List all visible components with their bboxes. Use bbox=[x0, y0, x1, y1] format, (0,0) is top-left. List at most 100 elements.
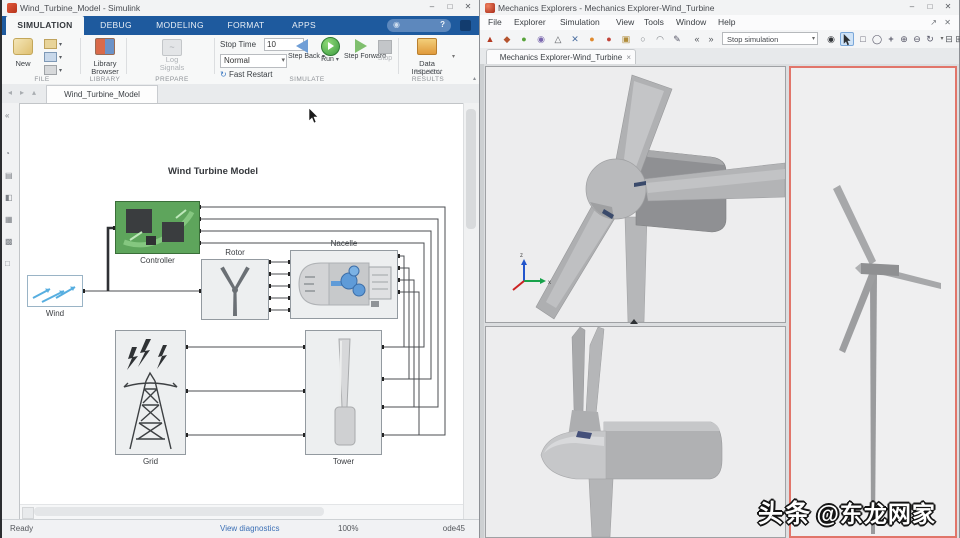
undock-icon[interactable]: ↗ bbox=[930, 18, 937, 27]
area-tool-icon[interactable]: ◧ bbox=[5, 193, 13, 202]
splitter-handle[interactable] bbox=[630, 319, 638, 324]
split-vertical-icon[interactable]: ⊞ bbox=[952, 32, 960, 46]
collapse-ribbon-icon[interactable]: ▴ bbox=[473, 75, 476, 82]
lasso-tool-icon[interactable]: ◯ bbox=[870, 32, 884, 46]
block-nacelle[interactable] bbox=[290, 250, 398, 319]
ribbon-tabbar: SIMULATION DEBUG MODELING FORMAT APPS ◉ … bbox=[2, 16, 479, 35]
menu-window[interactable]: Window bbox=[676, 17, 706, 27]
block-grid[interactable] bbox=[115, 330, 186, 455]
step-forward-button[interactable]: Step Forward bbox=[344, 37, 378, 61]
playback-mode-select[interactable]: Stop simulation ▾ bbox=[722, 32, 818, 45]
pan-tool-icon[interactable]: + bbox=[884, 32, 898, 46]
minimize-ribbon-icon[interactable] bbox=[460, 20, 471, 31]
menu-view[interactable]: View bbox=[616, 17, 634, 27]
triad-toggle-icon[interactable]: △ bbox=[551, 32, 565, 46]
view-pane-nacelle-closeup[interactable]: x z bbox=[485, 66, 786, 323]
marker-a-icon[interactable]: ● bbox=[585, 32, 599, 46]
save-button[interactable]: ▾ bbox=[44, 52, 62, 63]
run-button[interactable]: Run ▾ bbox=[318, 37, 342, 64]
chevron-down-icon[interactable]: ▾ bbox=[452, 53, 455, 60]
step-back-icon bbox=[294, 39, 310, 53]
nav-forward-icon[interactable]: ▸ bbox=[20, 88, 24, 97]
quick-access-toolbar[interactable]: ◉ ? bbox=[387, 19, 451, 32]
block-tower[interactable] bbox=[305, 330, 382, 455]
data-inspector-button[interactable]: Data Inspector bbox=[406, 37, 448, 73]
curve-icon[interactable]: ◠ bbox=[653, 32, 667, 46]
pointer-tool-icon[interactable] bbox=[840, 32, 854, 46]
zoom-out-tool-icon[interactable]: ⊖ bbox=[910, 32, 924, 46]
block-controller[interactable] bbox=[115, 201, 200, 254]
menu-simulation[interactable]: Simulation bbox=[560, 17, 600, 27]
model-canvas[interactable]: Wind Turbine Model bbox=[19, 103, 467, 520]
model-icon[interactable]: ◆ bbox=[500, 32, 514, 46]
nav-up-icon[interactable]: ▴ bbox=[32, 88, 36, 97]
minimize-button[interactable]: – bbox=[905, 2, 919, 11]
viewmarks-icon[interactable]: ▦ bbox=[5, 215, 13, 224]
cut-plane-icon[interactable]: ✕ bbox=[568, 32, 582, 46]
group-separator bbox=[126, 38, 127, 74]
help-icon[interactable]: ? bbox=[440, 20, 445, 29]
tab-format[interactable]: FORMAT bbox=[216, 16, 276, 35]
annotate-icon[interactable]: ✎ bbox=[670, 32, 684, 46]
settings-icon[interactable]: ◉ bbox=[534, 32, 548, 46]
tab-modeling[interactable]: MODELING bbox=[146, 16, 214, 35]
menu-help[interactable]: Help bbox=[718, 17, 735, 27]
3d-viewport: x z bbox=[480, 64, 959, 538]
model-doc-tab[interactable]: Wind_Turbine_Model bbox=[46, 85, 158, 104]
new-button[interactable]: New bbox=[6, 37, 40, 73]
library-browser-icon bbox=[95, 38, 115, 55]
step-back-button[interactable]: Step Back ▾ bbox=[288, 37, 316, 61]
open-button[interactable]: ▾ bbox=[44, 39, 62, 50]
close-button[interactable]: ✕ bbox=[461, 2, 475, 11]
marker-b-icon[interactable]: ● bbox=[602, 32, 616, 46]
explorer-doc-tab[interactable]: Mechanics Explorer-Wind_Turbine × bbox=[486, 49, 636, 65]
zoom-tool-icon[interactable]: ◔ bbox=[5, 149, 10, 158]
sample-time-icon[interactable]: □ bbox=[5, 259, 10, 268]
sphere-icon[interactable]: ○ bbox=[636, 32, 650, 46]
view-pane-full-turbine[interactable] bbox=[789, 66, 957, 538]
log-signals-button[interactable]: ~ Log Signals bbox=[150, 37, 194, 73]
frame-prev-icon[interactable]: « bbox=[690, 32, 704, 46]
tree-panel-collapsed-strip[interactable] bbox=[480, 64, 484, 538]
hide-browser-icon[interactable]: « bbox=[5, 111, 9, 120]
export-video-icon[interactable]: ● bbox=[517, 32, 531, 46]
menu-file[interactable]: File bbox=[488, 17, 502, 27]
profile-icon[interactable]: ◉ bbox=[393, 20, 400, 29]
print-button[interactable]: ▾ bbox=[44, 65, 62, 76]
block-wind[interactable] bbox=[27, 275, 83, 307]
callout-tool-icon[interactable]: □ bbox=[856, 32, 870, 46]
view-diagnostics-link[interactable]: View diagnostics bbox=[220, 524, 279, 533]
scroll-thumb[interactable] bbox=[466, 109, 476, 229]
annotation-icon[interactable]: ▤ bbox=[5, 171, 13, 180]
vertical-scrollbar[interactable] bbox=[463, 103, 479, 520]
open-folder-icon bbox=[44, 39, 57, 49]
scroll-corner[interactable] bbox=[22, 507, 34, 519]
close-panel-icon[interactable]: ✕ bbox=[944, 18, 951, 27]
library-browser-button[interactable]: Library Browser bbox=[86, 37, 124, 73]
minimize-button[interactable]: – bbox=[425, 2, 439, 11]
menu-tools[interactable]: Tools bbox=[644, 17, 664, 27]
tab-debug[interactable]: DEBUG bbox=[88, 16, 144, 35]
folder-icon[interactable]: ▣ bbox=[619, 32, 633, 46]
tab-simulation[interactable]: SIMULATION bbox=[6, 16, 84, 35]
simulink-statusbar: Ready View diagnostics 100% ode45 bbox=[2, 519, 479, 538]
simulation-mode-select[interactable]: Normal ▾ bbox=[220, 54, 287, 68]
frame-next-icon[interactable]: » bbox=[704, 32, 718, 46]
signal-table-icon[interactable]: ▩ bbox=[5, 237, 13, 246]
horizontal-scrollbar[interactable] bbox=[20, 504, 466, 519]
record-icon[interactable]: ◉ bbox=[824, 32, 838, 46]
close-tab-icon[interactable]: × bbox=[626, 50, 631, 65]
restore-button[interactable]: □ bbox=[923, 2, 937, 11]
stop-button[interactable]: Stop bbox=[374, 37, 396, 63]
tab-apps[interactable]: APPS bbox=[280, 16, 328, 35]
close-button[interactable]: ✕ bbox=[941, 2, 955, 11]
zoom-in-tool-icon[interactable]: ⊕ bbox=[897, 32, 911, 46]
nav-back-icon[interactable]: ◂ bbox=[8, 88, 12, 97]
explorer-menubar: File Explorer Simulation View Tools Wind… bbox=[480, 15, 959, 31]
membrane-icon[interactable]: ▲ bbox=[483, 32, 497, 46]
menu-explorer[interactable]: Explorer bbox=[514, 17, 546, 27]
restore-button[interactable]: □ bbox=[443, 2, 457, 11]
view-pane-hub-closeup[interactable] bbox=[485, 326, 786, 538]
block-rotor[interactable] bbox=[201, 259, 269, 320]
scroll-thumb[interactable] bbox=[34, 507, 324, 516]
